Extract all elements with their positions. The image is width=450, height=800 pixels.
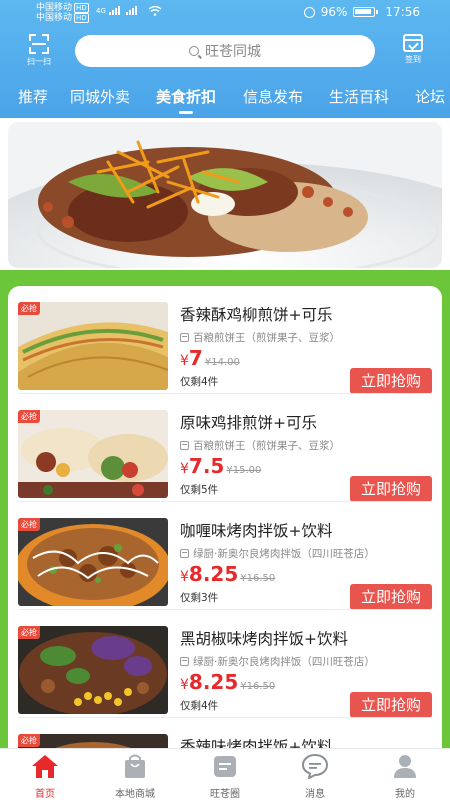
list-item[interactable]: 必抢 香辣酥鸡柳煎饼+可乐 百粮煎饼王（煎饼果子、豆浆） ¥7 ¥14.00 仅剩… <box>8 286 442 394</box>
deal-thumbnail: 必抢 <box>18 626 168 714</box>
nav-label: 消息 <box>305 789 325 800</box>
deal-title: 香辣酥鸡柳煎饼+可乐 <box>180 306 333 324</box>
hot-badge: 必抢 <box>18 734 40 747</box>
nav-label: 旺苍圈 <box>210 789 240 800</box>
banner-area <box>0 118 450 270</box>
stock-remaining: 仅剩3件 <box>180 592 219 604</box>
user-icon <box>394 755 416 778</box>
carrier-label: 中国移动 HD <box>36 3 89 13</box>
burrito-icon <box>18 410 168 498</box>
search-placeholder: 旺苍同城 <box>205 44 261 60</box>
nav-local-mall[interactable]: 本地商城 <box>100 753 170 800</box>
nav-label: 本地商城 <box>115 789 155 800</box>
clock: 17:56 <box>385 5 420 19</box>
carrier-label: 中国移动 HD <box>36 13 89 23</box>
original-price: ¥15.00 <box>226 465 262 476</box>
nav-messages[interactable]: 消息 <box>280 753 350 800</box>
deal-price: ¥7.5 ¥15.00 <box>180 454 262 478</box>
signin-label: 签到 <box>405 55 421 64</box>
original-price: ¥16.50 <box>240 681 276 692</box>
list-item[interactable]: 必抢 原味鸡排煎饼+可乐 百粮煎饼王（煎饼果子、豆浆） ¥7.5 ¥15.00 仅… <box>8 394 442 502</box>
shop-name: 绿厨·新奥尔良烤肉拌饭（四川旺苍店） <box>180 654 375 669</box>
nav-label: 我的 <box>395 789 415 800</box>
tab-forum[interactable]: 论坛 <box>415 84 445 110</box>
shop-icon <box>180 549 189 558</box>
hot-badge: 必抢 <box>18 410 40 423</box>
shop-name: 百粮煎饼王（煎饼果子、豆浆） <box>180 438 340 453</box>
signin-button[interactable]: 签到 <box>396 34 430 66</box>
shop-icon <box>180 333 189 342</box>
deal-title: 黑胡椒味烤肉拌饭+饮料 <box>180 630 348 648</box>
list-item[interactable]: 必抢 黑胡椒味烤肉拌饭+饮料 绿厨·新奥尔良烤肉拌饭（四川旺苍店） ¥8.25 ¥… <box>8 610 442 718</box>
tab-takeout[interactable]: 同城外卖 <box>70 84 130 110</box>
scan-button[interactable]: 扫一扫 <box>24 34 54 66</box>
shop-name: 百粮煎饼王（煎饼果子、豆浆） <box>180 330 340 345</box>
deal-title: 咖喱味烤肉拌饭+饮料 <box>180 522 333 540</box>
home-icon <box>32 755 58 778</box>
original-price: ¥14.00 <box>204 357 240 368</box>
battery-percent: 96% <box>320 5 348 19</box>
buy-now-button[interactable]: 立即抢购 <box>350 692 432 718</box>
battery-icon <box>353 7 379 17</box>
alarm-icon <box>303 6 315 18</box>
buy-now-button[interactable]: 立即抢购 <box>350 476 432 502</box>
wrap-icon <box>18 302 168 390</box>
deal-price: ¥7 ¥14.00 <box>180 346 240 370</box>
wifi-icon <box>148 6 162 16</box>
shop-icon <box>180 441 189 450</box>
circle-feed-icon <box>214 756 236 777</box>
deals-list: 必抢 香辣酥鸡柳煎饼+可乐 百粮煎饼王（煎饼果子、豆浆） ¥7 ¥14.00 仅剩… <box>8 286 442 756</box>
list-item[interactable]: 必抢 咖喱味烤肉拌饭+饮料 绿厨·新奥尔良烤肉拌饭（四川旺苍店） ¥8.25 ¥1… <box>8 502 442 610</box>
deal-thumbnail: 必抢 <box>18 518 168 606</box>
scan-label: 扫一扫 <box>27 57 51 66</box>
scan-icon <box>29 34 49 54</box>
deal-thumbnail: 必抢 <box>18 410 168 498</box>
hot-badge: 必抢 <box>18 302 40 315</box>
message-icon <box>301 753 329 780</box>
tab-life-wiki[interactable]: 生活百科 <box>329 84 389 110</box>
original-price: ¥16.50 <box>240 573 276 584</box>
hot-badge: 必抢 <box>18 626 40 639</box>
stock-remaining: 仅剩4件 <box>180 700 219 712</box>
food-plate-image <box>8 122 442 268</box>
buy-now-button[interactable]: 立即抢购 <box>350 584 432 610</box>
nav-mine[interactable]: 我的 <box>370 753 440 800</box>
search-input[interactable]: 旺苍同城 <box>75 35 375 67</box>
tab-recommend[interactable]: 推荐 <box>18 84 48 110</box>
salad-bowl-icon <box>18 626 168 714</box>
tab-info-publish[interactable]: 信息发布 <box>243 84 303 110</box>
rice-bowl-icon <box>18 518 168 606</box>
tab-food-discount[interactable]: 美食折扣 <box>156 84 216 114</box>
bottom-nav: 首页 本地商城 旺苍圈 消息 我的 <box>0 748 450 800</box>
deal-price: ¥8.25 ¥16.50 <box>180 562 276 586</box>
shopping-bag-icon <box>125 754 145 778</box>
app-header: 中国移动 HD 中国移动 HD 4G 96% 17:56 扫一扫 旺苍同城 签到… <box>0 0 450 118</box>
search-icon <box>189 46 199 56</box>
deal-price: ¥8.25 ¥16.50 <box>180 670 276 694</box>
calendar-check-icon <box>403 34 423 52</box>
stock-remaining: 仅剩4件 <box>180 376 219 388</box>
status-bar: 中国移动 HD 中国移动 HD 4G 96% 17:56 <box>0 0 450 26</box>
hot-badge: 必抢 <box>18 518 40 531</box>
signal-icon: 4G <box>96 6 137 15</box>
buy-now-button[interactable]: 立即抢购 <box>350 368 432 394</box>
deal-thumbnail: 必抢 <box>18 302 168 390</box>
stock-remaining: 仅剩5件 <box>180 484 219 496</box>
promo-banner[interactable] <box>8 122 442 268</box>
shop-icon <box>180 657 189 666</box>
nav-home[interactable]: 首页 <box>10 753 80 800</box>
shop-name: 绿厨·新奥尔良烤肉拌饭（四川旺苍店） <box>180 546 375 561</box>
nav-label: 首页 <box>35 789 55 800</box>
category-tabs: 推荐 同城外卖 美食折扣 信息发布 生活百科 论坛 <box>0 84 450 114</box>
nav-wangcang-circle[interactable]: 旺苍圈 <box>190 753 260 800</box>
deal-title: 原味鸡排煎饼+可乐 <box>180 414 317 432</box>
